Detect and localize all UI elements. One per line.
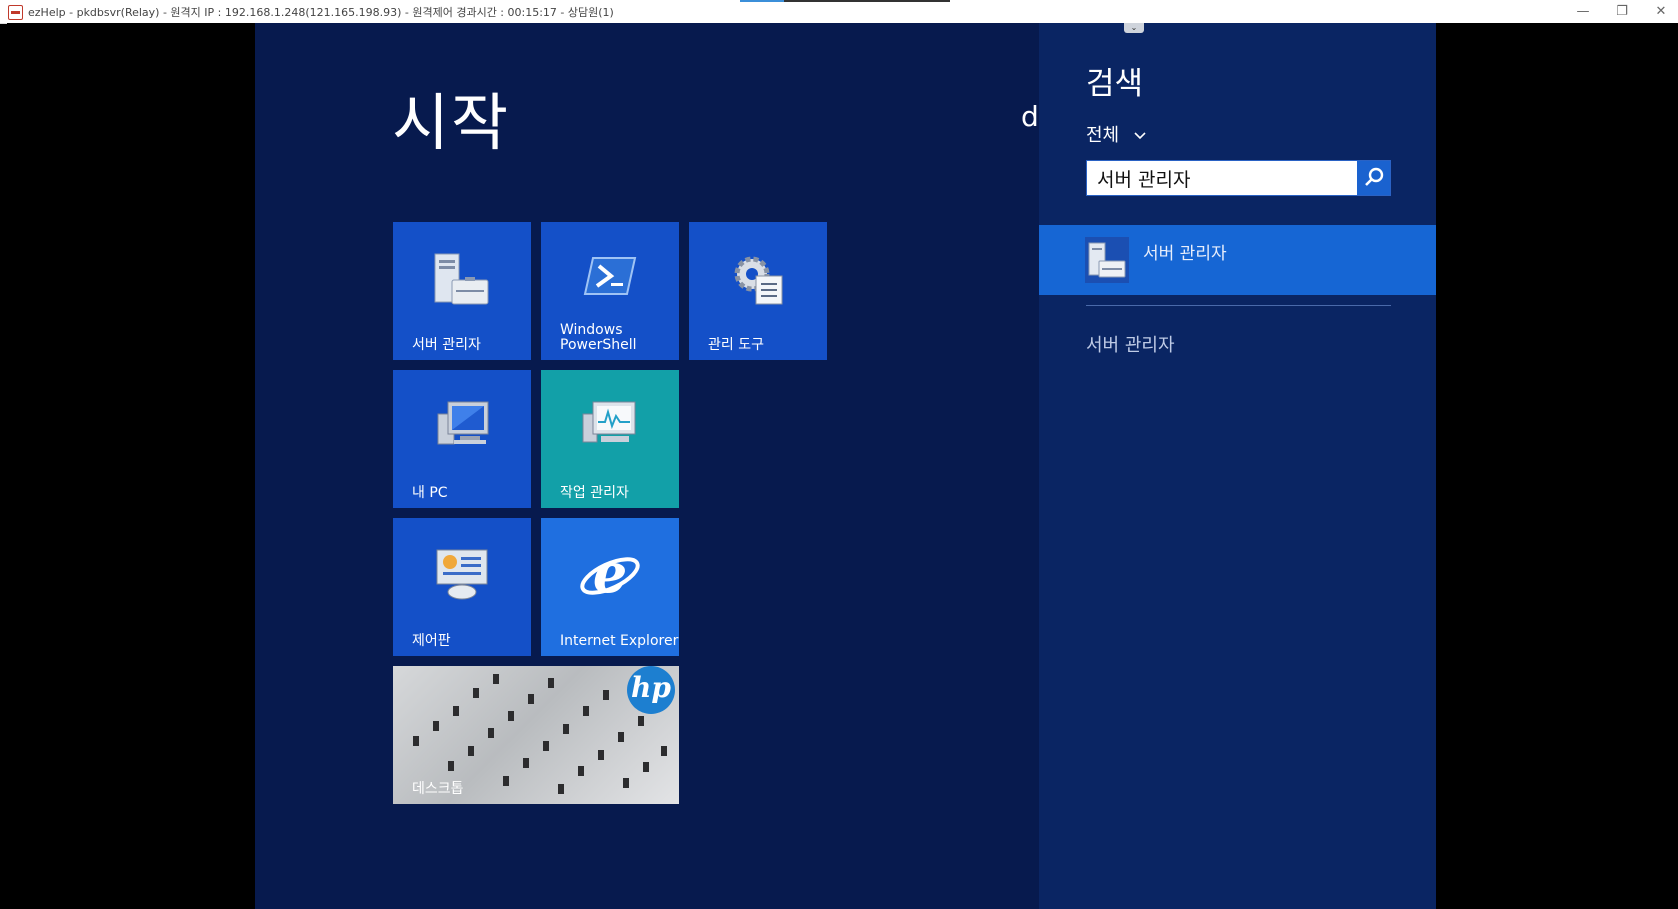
user-account-initial[interactable]: d: [1021, 100, 1039, 133]
task-manager-icon: [582, 401, 636, 443]
chevron-down-icon: [1134, 132, 1146, 140]
tile-label: 데스크톱: [412, 781, 464, 797]
powershell-icon: [583, 257, 637, 295]
title-accent-bar: [740, 0, 784, 2]
tile-label: 서버 관리자: [412, 337, 481, 353]
restore-button[interactable]: ❐: [1606, 2, 1638, 21]
admin-tools-icon: [734, 256, 783, 305]
tile-label: 내 PC: [412, 485, 448, 501]
hp-logo: hp: [627, 666, 675, 714]
tile-my-pc[interactable]: 내 PC: [393, 370, 531, 508]
tile-label: Windows PowerShell: [560, 322, 637, 353]
search-result-label: 서버 관리자: [1143, 244, 1227, 264]
search-button[interactable]: [1357, 161, 1390, 195]
search-pane: [1039, 23, 1436, 909]
search-box: [1086, 160, 1391, 196]
title-progress-bar: [784, 0, 950, 2]
tile-label: 관리 도구: [708, 337, 764, 353]
internet-explorer-icon: e: [580, 542, 640, 605]
divider: [1086, 305, 1391, 306]
app-icon: [8, 5, 23, 20]
svg-text:e: e: [593, 542, 627, 605]
tile-server-manager[interactable]: 서버 관리자: [393, 222, 531, 360]
start-title: 시작: [392, 86, 511, 159]
tile-label: 제어판: [412, 633, 451, 649]
tile-label: Internet Explorer: [560, 633, 679, 649]
tile-admin-tools[interactable]: 관리 도구: [689, 222, 827, 360]
window-title-bar[interactable]: ezHelp - pkdbsvr(Relay) - 원격지 IP : 192.1…: [0, 0, 1678, 24]
tile-label: 작업 관리자: [560, 485, 629, 501]
control-panel-icon: [436, 549, 488, 600]
search-result-secondary[interactable]: 서버 관리자: [1086, 331, 1175, 357]
minimize-button[interactable]: —: [1567, 2, 1599, 21]
search-heading: 검색: [1086, 66, 1144, 102]
tile-desktop[interactable]: hp 데스크톱: [393, 666, 679, 804]
server-manager-icon: [434, 253, 489, 305]
computer-icon: [437, 401, 489, 445]
tile-task-manager[interactable]: 작업 관리자: [541, 370, 679, 508]
search-scope-dropdown[interactable]: 전체: [1086, 121, 1147, 147]
tile-internet-explorer[interactable]: e Internet Explorer: [541, 518, 679, 656]
close-button[interactable]: ✕: [1645, 2, 1677, 21]
search-input[interactable]: [1087, 161, 1357, 195]
tile-control-panel[interactable]: 제어판: [393, 518, 531, 656]
chevron-down-icon[interactable]: ⌄: [1124, 23, 1144, 33]
window-title: ezHelp - pkdbsvr(Relay) - 원격지 IP : 192.1…: [28, 6, 614, 19]
search-scope-value: 전체: [1086, 125, 1120, 146]
search-icon: [1365, 167, 1384, 186]
tile-powershell[interactable]: Windows PowerShell: [541, 222, 679, 360]
search-result-item[interactable]: 서버 관리자: [1039, 225, 1436, 295]
server-manager-icon: [1085, 237, 1129, 283]
